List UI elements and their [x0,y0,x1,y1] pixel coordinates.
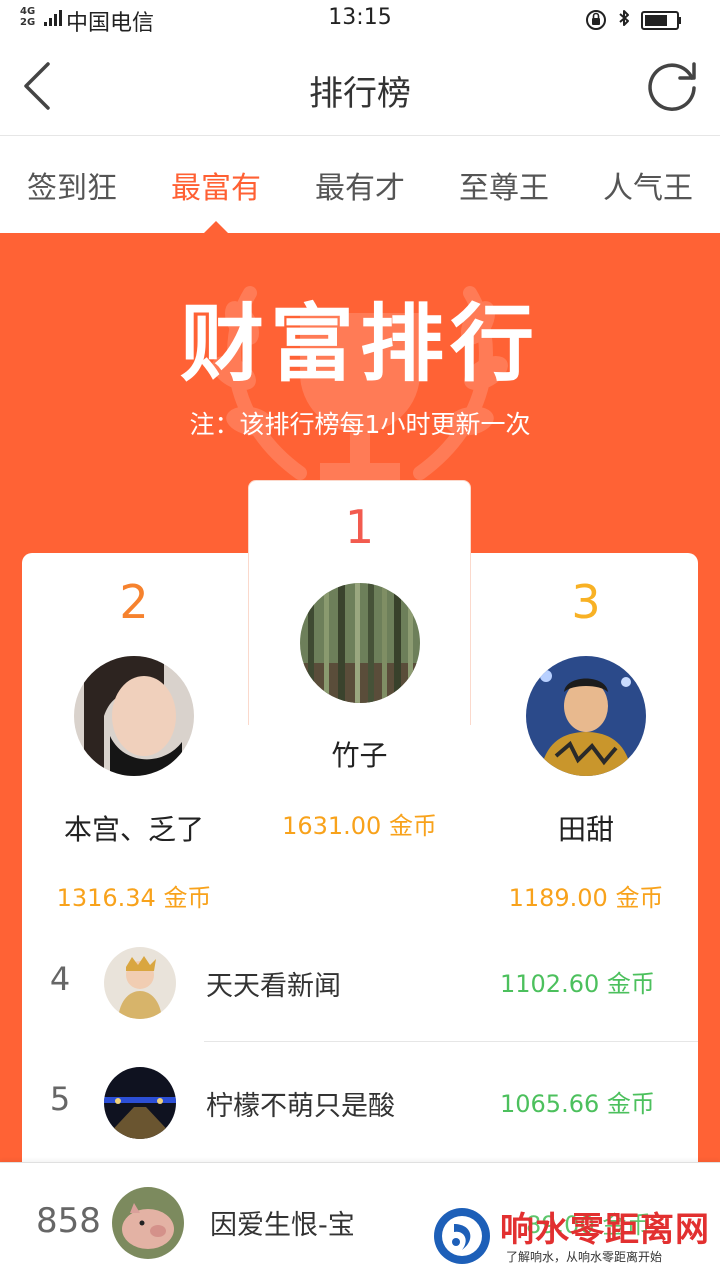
battery-icon [641,11,681,30]
rank-3-name: 田甜 [557,813,614,846]
night-road-avatar-image [104,1067,176,1139]
status-bar: 4G 2G 中国电信 13:15 [0,0,720,38]
user-name: 天天看新闻 [206,971,341,1002]
man-avatar-image [526,656,646,776]
list-item[interactable]: 4 天天看新闻 1102.60 金币 [22,922,698,1042]
rank-3-number: 3 [571,575,601,629]
refresh-button[interactable] [642,56,702,116]
user-name: 柠檬不萌只是酸 [206,1091,395,1122]
status-icons [584,7,704,31]
rank-3-coins: 1189.00 金币 [508,884,664,912]
rank-2-number: 2 [119,575,149,629]
tab-most-talented[interactable]: 最有才 [288,163,432,207]
tab-supreme-king[interactable]: 至尊王 [432,163,576,207]
rank-1-coins: 1631.00 金币 [282,812,437,840]
tab-sign-in[interactable]: 签到狂 [0,163,144,207]
avatar[interactable] [300,583,420,703]
active-tab-indicator [204,221,228,233]
woman-avatar-image [74,656,194,776]
tab-richest[interactable]: 最富有 [144,163,288,207]
coin-amount: 1102.60 金币 [500,970,655,998]
avatar[interactable] [74,656,194,776]
bamboo-avatar-image [300,583,420,703]
tab-popularity-king[interactable]: 人气王 [576,163,720,207]
watermark-title: 响水零距离网 [500,1210,710,1250]
refresh-icon [648,62,696,111]
navigation-bar: 排行榜 [0,38,720,136]
rank-1-number: 1 [344,500,375,554]
rotation-lock-icon [586,10,606,30]
my-user-name: 因爱生恨-宝 [210,1210,355,1241]
rank-1-name: 竹子 [331,739,388,772]
rank-2-coins: 1316.34 金币 [56,884,212,912]
avatar [104,1067,176,1139]
page-title: 排行榜 [309,74,411,114]
avatar [112,1187,184,1259]
watermark-slogan: 了解响水，从响水零距离开始 [506,1250,663,1264]
rank-number: 4 [49,960,71,998]
banner-title: 财富排行 [179,295,540,393]
piglet-avatar-image [112,1187,184,1259]
avatar [104,947,176,1019]
avatar[interactable] [526,656,646,776]
baby-avatar-image [104,947,176,1019]
site-watermark: 响水零距离网 了解响水，从响水零距离开始 [428,1196,718,1280]
rank-number: 5 [49,1080,71,1118]
rank-2-name: 本宫、乏了 [63,813,204,846]
ranking-tabs: 签到狂 最富有 最有才 至尊王 人气王 [0,137,720,233]
my-rank-number: 858 [36,1201,101,1241]
list-item[interactable]: 5 柠檬不萌只是酸 1065.66 金币 [22,1042,698,1162]
coin-amount: 1065.66 金币 [500,1090,655,1118]
site-logo-icon [434,1208,490,1264]
update-note: 注：该排行榜每1小时更新一次 [189,410,531,439]
bluetooth-icon [619,10,629,26]
